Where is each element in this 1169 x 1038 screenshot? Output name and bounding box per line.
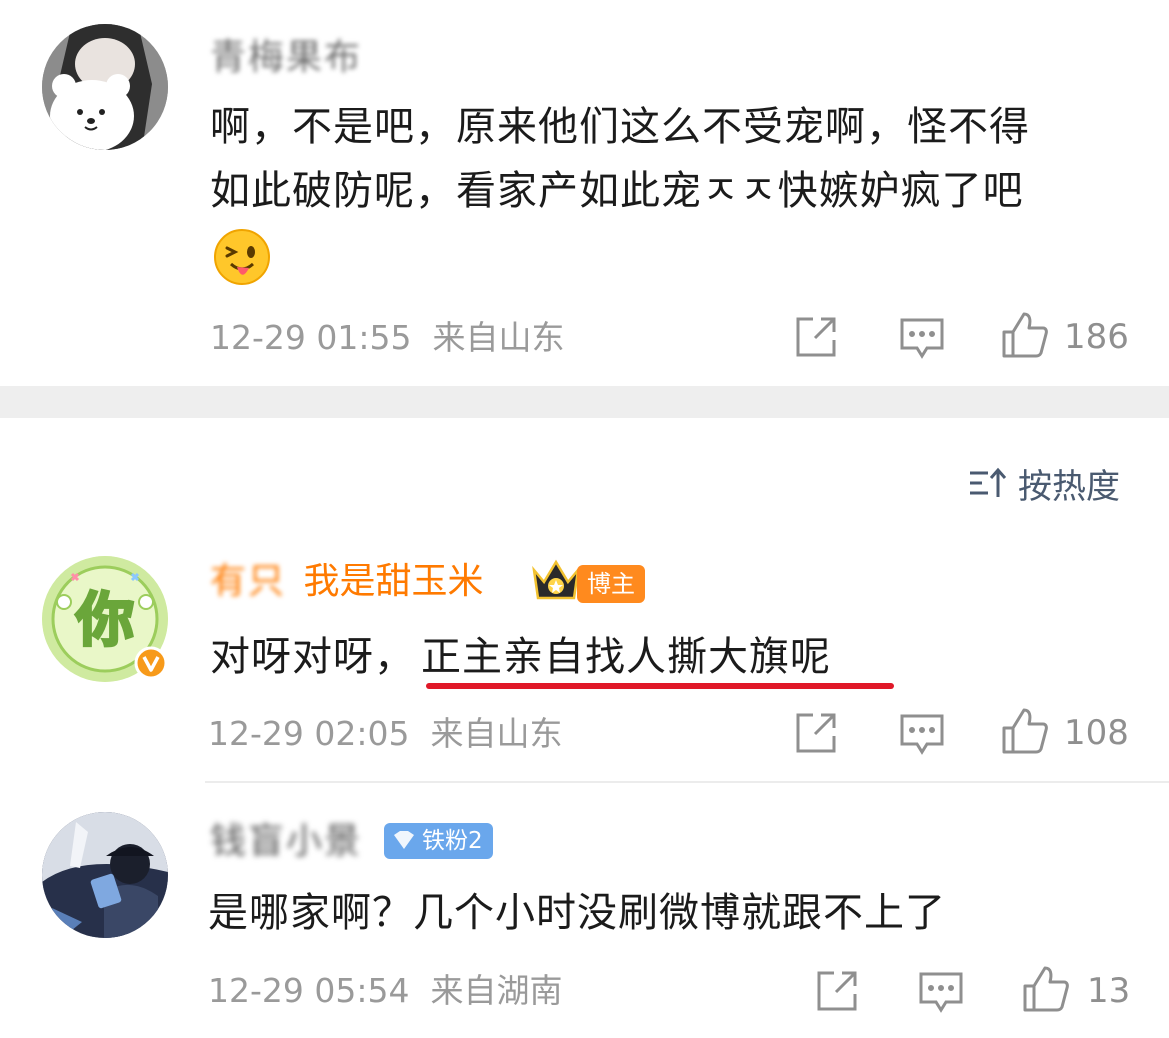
- fan-badge-label: 铁粉2: [422, 828, 483, 854]
- emoji-tongue-icon: [213, 228, 271, 286]
- sort-button[interactable]: 按热度: [968, 462, 1120, 507]
- time-text: 12-29 02:05: [208, 714, 410, 753]
- comment-time: 12-29 05:54 来自湖南: [208, 971, 562, 1011]
- sort-label: 按热度: [1018, 466, 1120, 507]
- username-text: 我是甜玉米: [303, 561, 484, 602]
- fan-badge-icon: [394, 831, 414, 849]
- comment-time: 12-29 02:05 来自山东: [208, 714, 562, 754]
- username[interactable]: 青梅果布: [210, 36, 362, 80]
- section-divider: [0, 386, 1169, 418]
- location-text: 来自湖南: [430, 971, 563, 1010]
- username[interactable]: 有只 我是甜玉米: [210, 560, 483, 604]
- verified-icon: [134, 646, 168, 680]
- comment-icon[interactable]: [918, 970, 964, 1018]
- comment-icon[interactable]: [899, 316, 945, 364]
- time-text: 12-29 05:54: [208, 971, 410, 1010]
- like-icon[interactable]: [1021, 964, 1071, 1018]
- comment-divider: [205, 781, 1169, 783]
- fan-badge: 铁粉2: [384, 823, 493, 859]
- comment-text: 对呀对呀， 正主亲自找人撕大旗呢: [210, 626, 831, 688]
- sort-icon: [970, 467, 1007, 497]
- like-icon[interactable]: [1000, 706, 1050, 760]
- comment-text: 是哪家啊？几个小时没刷微博就跟不上了: [208, 890, 946, 936]
- comment-text-line-1: 啊，不是吧，原来他们这么不受宠啊，怪不得: [210, 104, 1030, 150]
- like-icon[interactable]: [1000, 310, 1050, 364]
- share-icon[interactable]: [793, 314, 839, 364]
- location-text: 来自山东: [432, 318, 565, 357]
- location-text: 来自山东: [430, 714, 563, 753]
- comment-text-highlight: 正主亲自找人撕大旗呢: [421, 634, 831, 680]
- avatar[interactable]: [42, 24, 168, 150]
- time-text: 12-29 01:55: [210, 318, 412, 357]
- like-count: 186: [1064, 317, 1129, 357]
- like-count: 13: [1087, 971, 1131, 1011]
- red-underline-annotation: [426, 683, 894, 689]
- comment-text-plain: 对呀对呀，: [210, 634, 415, 680]
- username-prefix: 有只: [210, 561, 287, 602]
- blogger-badge: 博主: [577, 565, 645, 603]
- share-icon[interactable]: [814, 968, 860, 1018]
- comment-time: 12-29 01:55 来自山东: [210, 318, 564, 358]
- share-icon[interactable]: [793, 710, 839, 760]
- like-count: 108: [1064, 713, 1129, 753]
- crown-icon: [530, 558, 582, 604]
- avatar-text: 你: [75, 586, 134, 654]
- comment-icon[interactable]: [899, 712, 945, 760]
- username[interactable]: 钱盲小景: [210, 820, 362, 864]
- avatar[interactable]: [42, 812, 168, 938]
- comment-text-line-2: 如此破防呢，看家产如此宠ㅈㅈ快嫉妒疯了吧: [210, 168, 1024, 214]
